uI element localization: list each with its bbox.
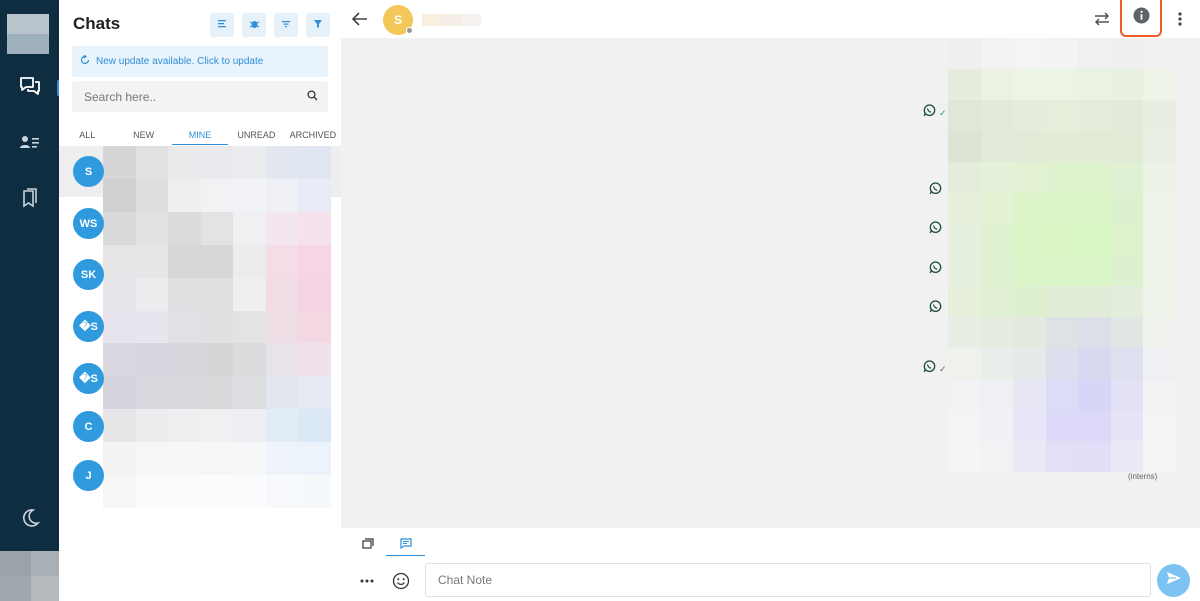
whatsapp-icon <box>923 360 936 378</box>
chat-list-panel: Chats New update available. Click to upd… <box>59 0 341 601</box>
whatsapp-icon <box>923 104 936 122</box>
message-status <box>929 182 942 200</box>
conversation-avatar[interactable]: �S <box>73 363 104 394</box>
kebab-icon[interactable] <box>1173 10 1187 33</box>
message-footer-label: (interns) <box>1128 472 1158 481</box>
tab-all[interactable]: ALL <box>59 124 115 146</box>
contacts-icon <box>19 134 40 155</box>
search-box <box>72 81 328 112</box>
whatsapp-icon <box>929 221 942 239</box>
conversation-avatar[interactable]: WS <box>73 208 104 239</box>
message-status <box>929 300 942 318</box>
contact-name[interactable] <box>422 14 481 26</box>
nav-bookmarks[interactable] <box>0 182 59 218</box>
app-window: Chats New update available. Click to upd… <box>0 0 1200 601</box>
conversation-previews <box>103 146 331 508</box>
sort-button[interactable] <box>274 13 298 37</box>
search-icon[interactable] <box>307 88 318 106</box>
chat-note-input[interactable] <box>425 563 1151 597</box>
filter-button[interactable] <box>306 13 330 37</box>
filter-icon <box>313 16 323 34</box>
nav-contacts[interactable] <box>0 126 59 162</box>
emoji-icon[interactable] <box>392 572 410 595</box>
reply-tab-icon <box>362 536 374 554</box>
theme-toggle[interactable] <box>0 502 59 538</box>
nav-rail <box>0 0 60 601</box>
update-banner-text: New update available. Click to update <box>96 56 264 67</box>
header-actions <box>210 13 330 37</box>
message-status <box>929 221 942 239</box>
message-status: ✓ <box>923 360 947 378</box>
search-input[interactable] <box>84 89 284 104</box>
bug-report-button[interactable] <box>242 13 266 37</box>
update-banner[interactable]: New update available. Click to update <box>72 46 328 77</box>
info-icon <box>1133 7 1150 29</box>
brand-logo <box>7 14 49 54</box>
message-status <box>929 261 942 279</box>
message-area: ✓ ✓ (interns) <box>341 38 1200 528</box>
note-tab-icon <box>399 536 412 554</box>
tab-unread[interactable]: UNREAD <box>228 124 284 146</box>
conversation-tabs: ALL NEW MINE UNREAD ARCHIVED <box>59 124 341 146</box>
transfer-icon[interactable] <box>1093 10 1111 33</box>
info-button[interactable] <box>1120 0 1162 37</box>
send-button[interactable] <box>1157 564 1190 597</box>
message-status: ✓ <box>923 104 947 122</box>
sort-icon <box>281 16 291 34</box>
whatsapp-icon <box>929 261 942 279</box>
tab-reply[interactable] <box>358 534 378 556</box>
nav-chats[interactable] <box>0 70 60 106</box>
whatsapp-icon <box>929 300 942 318</box>
chat-header: S <box>341 0 1200 38</box>
whatsapp-icon <box>929 182 942 200</box>
sent-tick-icon: ✓ <box>939 363 947 374</box>
conversation-avatar[interactable]: J <box>73 460 104 491</box>
delivered-tick-icon: ✓ <box>939 107 947 118</box>
conversation-avatar[interactable]: SK <box>73 259 104 290</box>
send-icon <box>1166 570 1182 591</box>
back-arrow-icon[interactable] <box>351 10 369 33</box>
more-icon[interactable] <box>359 572 375 590</box>
panel-title: Chats <box>73 14 121 33</box>
chat-panel: S ✓ ✓ (interns) Chat Note <box>341 0 1200 601</box>
presence-dot <box>406 27 413 34</box>
message-bubbles <box>948 38 1176 472</box>
list-view-button[interactable] <box>210 13 234 37</box>
composer <box>341 528 1200 601</box>
bug-icon <box>249 16 260 34</box>
conversation-avatar[interactable]: S <box>73 156 104 187</box>
refresh-icon <box>80 54 90 68</box>
conversation-avatar[interactable]: �S <box>73 311 104 342</box>
tab-new[interactable]: NEW <box>115 124 171 146</box>
conversation-avatar[interactable]: C <box>73 411 104 442</box>
chat-bubbles-icon <box>19 76 41 101</box>
tab-archived[interactable]: ARCHIVED <box>285 124 341 146</box>
list-icon <box>217 16 227 34</box>
tab-note[interactable] <box>386 534 425 556</box>
tab-mine[interactable]: MINE <box>171 124 229 146</box>
bookmarks-icon <box>21 187 39 213</box>
moon-icon <box>20 508 40 533</box>
